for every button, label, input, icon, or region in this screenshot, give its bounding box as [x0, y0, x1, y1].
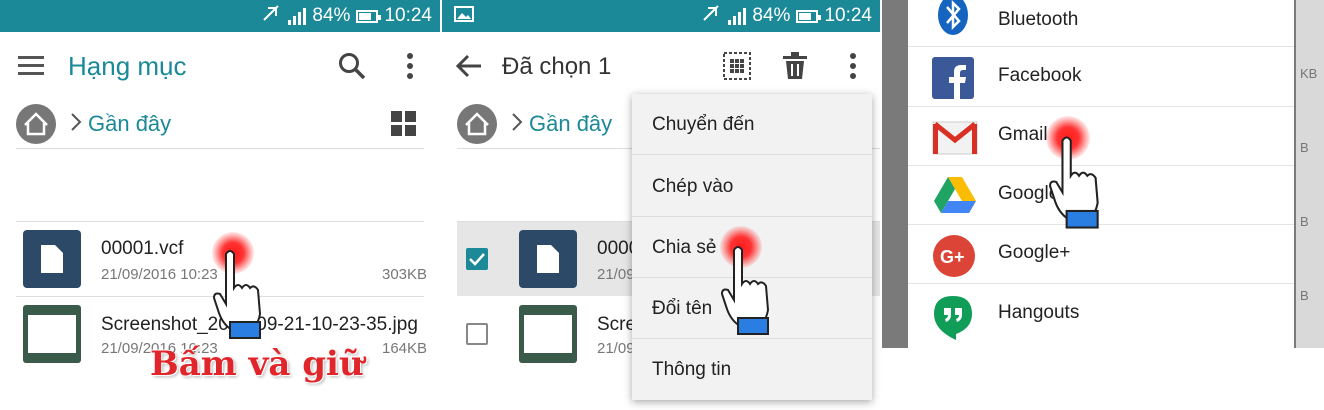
status-bar: 84% 10:24: [0, 0, 440, 32]
menu-item-copy-to[interactable]: Chép vào: [632, 156, 872, 217]
battery-icon: [356, 9, 382, 23]
share-item-bluetooth[interactable]: Bluetooth: [908, 0, 1294, 47]
checkbox[interactable]: [466, 323, 488, 345]
hand-pointer-icon: [212, 248, 270, 345]
gmail-icon: [932, 116, 978, 158]
google-plus-icon: G+: [932, 234, 975, 277]
file-name: Scre: [597, 314, 637, 335]
file-date: 21/09: [597, 340, 635, 357]
share-label: Google+: [998, 242, 1071, 263]
menu-item-info[interactable]: Thông tin: [632, 339, 872, 400]
chevron-right-icon: [511, 112, 523, 137]
share-label: Hangouts: [998, 302, 1080, 323]
delete-icon[interactable]: [783, 52, 807, 85]
status-bar: 84% 10:24: [442, 0, 880, 32]
clock: 10:24: [824, 5, 872, 26]
toolbar: Đã chọn 1: [442, 32, 880, 100]
file-size: 303KB: [382, 266, 428, 283]
more-options-icon[interactable]: [849, 52, 857, 85]
file-size: 164KB: [382, 340, 428, 357]
instruction-caption: Bấm và giữ: [150, 344, 364, 384]
select-all-icon[interactable]: [723, 52, 751, 85]
svg-text:G+: G+: [940, 247, 965, 267]
hand-pointer-icon: [1048, 134, 1108, 235]
page-title: Đã chọn 1: [502, 53, 612, 80]
more-options-icon[interactable]: [406, 52, 414, 85]
share-item-facebook[interactable]: Facebook: [908, 48, 1294, 107]
divider: [16, 148, 424, 149]
checkbox-checked[interactable]: [466, 248, 488, 270]
breadcrumb[interactable]: Gần đây: [88, 111, 171, 137]
home-icon[interactable]: [16, 104, 56, 144]
bluetooth-icon: [932, 0, 974, 36]
page-title: Hạng mục: [68, 51, 187, 81]
google-drive-icon: [932, 175, 976, 217]
file-icon: [519, 230, 577, 288]
menu-item-move-to[interactable]: Chuyển đến: [632, 94, 872, 155]
breadcrumb[interactable]: Gần đây: [529, 111, 612, 137]
chevron-right-icon: [70, 112, 82, 137]
battery-level: 84%: [752, 5, 791, 26]
hand-pointer-icon: [720, 244, 778, 341]
mute-icon: [262, 4, 282, 28]
screen-panel-1: 84% 10:24 Hạng mục Gần đây 00001.vcf 21/…: [0, 0, 440, 410]
signal-icon: [288, 7, 307, 25]
grid-view-icon[interactable]: [391, 111, 417, 142]
clock: 10:24: [384, 5, 432, 26]
battery-icon: [796, 9, 822, 23]
file-name: 00001.vcf: [101, 238, 184, 259]
share-label: Bluetooth: [998, 9, 1079, 30]
image-thumbnail: [519, 305, 577, 363]
share-label: Gmail: [998, 124, 1048, 145]
side-label: B: [1300, 288, 1309, 303]
battery-level: 84%: [312, 5, 351, 26]
back-arrow-icon[interactable]: [455, 54, 482, 83]
side-label: KB: [1300, 66, 1318, 81]
image-thumbnail: [23, 305, 81, 363]
search-icon[interactable]: [338, 52, 366, 85]
file-date: 21/09: [597, 266, 635, 283]
bottom-area: [882, 348, 1324, 410]
signal-icon: [728, 7, 747, 25]
menu-icon[interactable]: [18, 54, 44, 81]
side-label: B: [1300, 140, 1309, 155]
mute-icon: [702, 4, 722, 28]
facebook-icon: [932, 57, 974, 99]
file-icon: [23, 230, 81, 288]
divider: [16, 221, 424, 222]
toolbar: Hạng mục: [0, 32, 440, 100]
file-date: 21/09/2016 10:23: [101, 266, 218, 283]
hangouts-icon: [932, 294, 974, 340]
share-item-hangouts[interactable]: Hangouts: [908, 285, 1294, 344]
gallery-icon: [454, 6, 474, 27]
home-icon[interactable]: [457, 104, 497, 144]
share-label: Facebook: [998, 65, 1082, 86]
side-label: B: [1300, 214, 1309, 229]
